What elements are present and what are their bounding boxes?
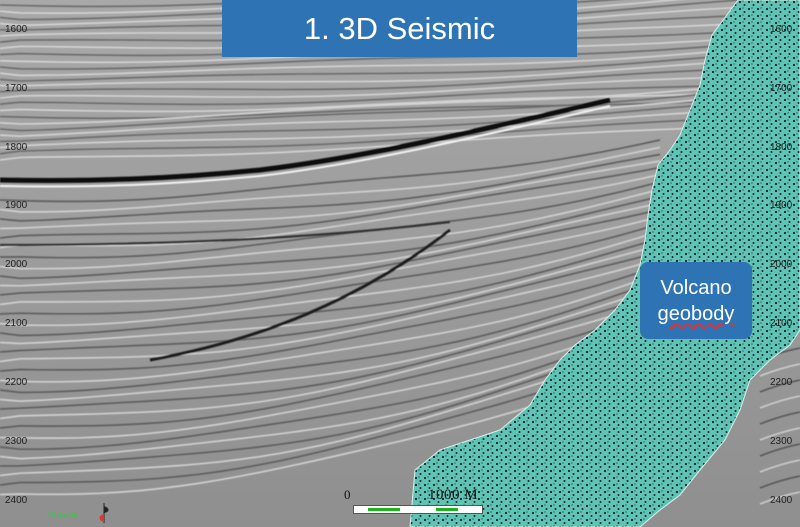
scale-distance-label: 1000 M xyxy=(428,487,479,503)
depth-tick-left: 1800 xyxy=(5,142,28,153)
depth-tick-right: 1600 xyxy=(770,24,793,35)
depth-tick-right: 2000 xyxy=(770,259,793,270)
depth-tick-left: 2300 xyxy=(5,436,28,447)
scale-bar xyxy=(353,505,483,514)
depth-tick-left: 1600 xyxy=(5,24,28,35)
depth-tick-right: 2400 xyxy=(770,495,793,506)
depth-tick-left: 1900 xyxy=(5,200,28,211)
volcano-geobody-label: Volcano geobody xyxy=(640,262,752,339)
depth-tick-right: 2200 xyxy=(770,377,793,388)
depth-tick-left: 2000 xyxy=(5,259,28,270)
polarity-icon xyxy=(99,503,109,523)
depth-tick-right: 1700 xyxy=(770,83,793,94)
depth-tick-left: 2100 xyxy=(5,318,28,329)
scale-bar-segment xyxy=(436,508,458,511)
depth-tick-right: 1800 xyxy=(770,142,793,153)
slide-title: 1. 3D Seismic xyxy=(222,0,577,57)
label-line-2: geobody xyxy=(657,302,735,325)
scale-bar-segment xyxy=(368,508,400,511)
polarity-label: Polarity: xyxy=(48,510,81,520)
label-line-1: Volcano xyxy=(660,276,732,299)
depth-tick-right: 2100 xyxy=(770,318,793,329)
scale-zero-label: 0 xyxy=(344,487,351,502)
depth-tick-left: 1700 xyxy=(5,83,28,94)
depth-tick-left: 2400 xyxy=(5,495,28,506)
depth-tick-right: 1900 xyxy=(770,200,793,211)
depth-tick-left: 2200 xyxy=(5,377,28,388)
depth-tick-right: 2300 xyxy=(770,436,793,447)
